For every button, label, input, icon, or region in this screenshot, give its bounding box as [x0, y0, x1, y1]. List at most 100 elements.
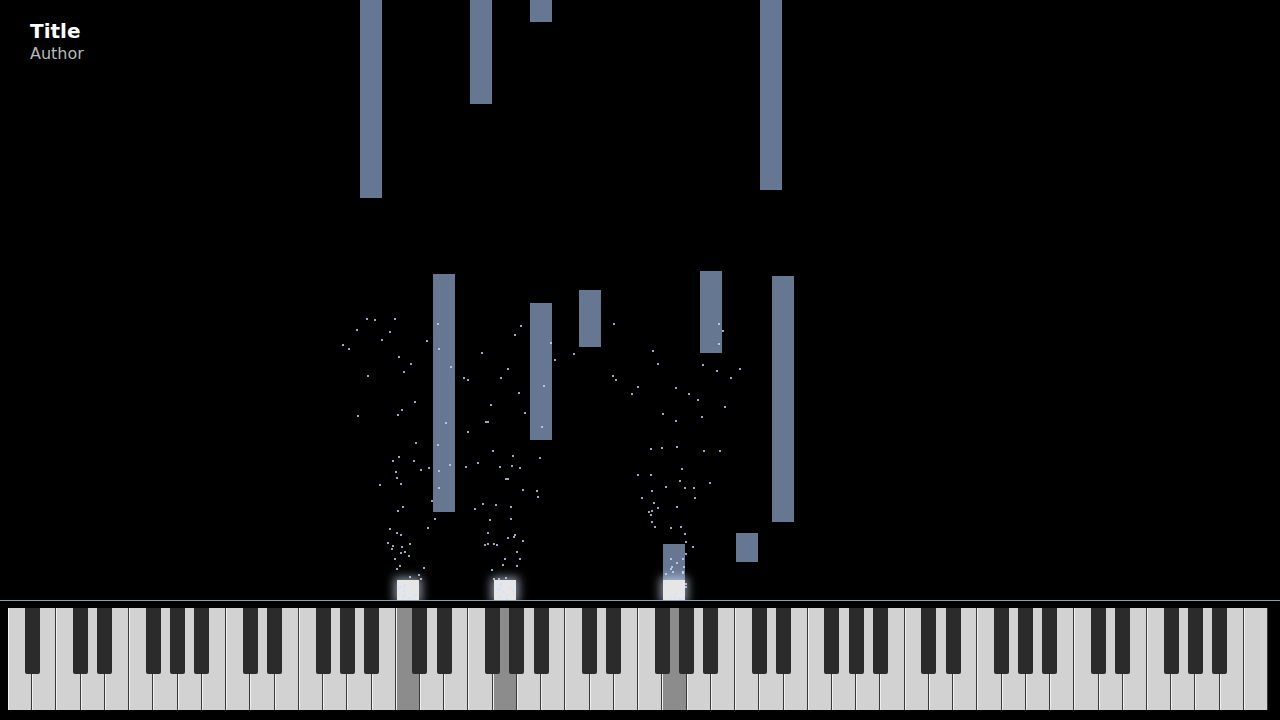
particle — [539, 457, 541, 459]
particle — [403, 371, 405, 373]
particle — [510, 518, 512, 520]
particle — [415, 442, 417, 444]
falling-note — [530, 0, 552, 22]
falling-note — [530, 303, 552, 440]
song-info: TitleAuthor — [30, 18, 84, 64]
black-key[interactable] — [509, 608, 524, 674]
particle — [367, 375, 369, 377]
particle — [404, 593, 406, 595]
black-key[interactable] — [534, 608, 549, 674]
particle — [423, 567, 425, 569]
black-key[interactable] — [679, 608, 694, 674]
black-key[interactable] — [1188, 608, 1203, 674]
particle — [615, 379, 617, 381]
particle — [391, 548, 393, 550]
black-key[interactable] — [25, 608, 40, 674]
particle — [418, 574, 420, 576]
black-key[interactable] — [170, 608, 185, 674]
black-key[interactable] — [1042, 608, 1057, 674]
particle — [381, 339, 383, 341]
black-key[interactable] — [1212, 608, 1227, 674]
white-key[interactable] — [1244, 608, 1268, 710]
black-key[interactable] — [364, 608, 379, 674]
particle — [685, 583, 687, 585]
black-key[interactable] — [1115, 608, 1130, 674]
black-key[interactable] — [412, 608, 427, 674]
particle — [394, 318, 396, 320]
particle — [719, 450, 721, 452]
black-key[interactable] — [194, 608, 209, 674]
particle — [506, 598, 508, 600]
particle — [402, 506, 404, 508]
black-key[interactable] — [437, 608, 452, 674]
particle — [648, 511, 650, 513]
particle — [366, 318, 368, 320]
black-key[interactable] — [1091, 608, 1106, 674]
black-key[interactable] — [485, 608, 500, 674]
black-key[interactable] — [655, 608, 670, 674]
particle — [702, 364, 704, 366]
particle — [675, 387, 677, 389]
particle — [495, 504, 497, 506]
particle — [676, 506, 678, 508]
particle — [537, 496, 539, 498]
particle — [657, 507, 659, 509]
black-key[interactable] — [824, 608, 839, 674]
particle — [374, 319, 376, 321]
particle — [499, 466, 501, 468]
particle — [450, 366, 452, 368]
black-key[interactable] — [73, 608, 88, 674]
particle — [510, 506, 512, 508]
black-key[interactable] — [873, 608, 888, 674]
particle — [657, 363, 659, 365]
black-key[interactable] — [1164, 608, 1179, 674]
black-key[interactable] — [340, 608, 355, 674]
black-key[interactable] — [316, 608, 331, 674]
particle — [676, 446, 678, 448]
particle — [467, 379, 469, 381]
black-key[interactable] — [97, 608, 112, 674]
particle — [408, 555, 410, 557]
particle — [357, 415, 359, 417]
particle — [612, 375, 614, 377]
particle — [396, 568, 398, 570]
falling-note — [760, 0, 782, 190]
black-key[interactable] — [752, 608, 767, 674]
particle — [474, 508, 476, 510]
particle — [670, 527, 672, 529]
particle — [665, 486, 667, 488]
particle — [504, 558, 506, 560]
particle — [400, 534, 402, 536]
particle — [400, 552, 402, 554]
particle — [500, 377, 502, 379]
particle — [675, 420, 677, 422]
particle — [641, 497, 643, 499]
particle — [679, 480, 681, 482]
black-key[interactable] — [582, 608, 597, 674]
black-key[interactable] — [267, 608, 282, 674]
black-key[interactable] — [146, 608, 161, 674]
black-key[interactable] — [946, 608, 961, 674]
black-key[interactable] — [849, 608, 864, 674]
black-key[interactable] — [703, 608, 718, 674]
particle — [449, 464, 451, 466]
particle — [400, 483, 402, 485]
note-stage: TitleAuthor — [0, 0, 1280, 600]
black-key[interactable] — [1018, 608, 1033, 674]
black-key[interactable] — [776, 608, 791, 674]
particle — [739, 368, 741, 370]
black-key[interactable] — [243, 608, 258, 674]
particle — [512, 455, 514, 457]
black-key[interactable] — [921, 608, 936, 674]
particle — [482, 503, 484, 505]
particle — [662, 413, 664, 415]
particle — [670, 597, 672, 599]
particle — [487, 532, 489, 534]
particle — [519, 558, 521, 560]
black-key[interactable] — [606, 608, 621, 674]
particle — [681, 468, 683, 470]
particle — [692, 546, 694, 548]
particle — [522, 540, 524, 542]
black-key[interactable] — [994, 608, 1009, 674]
particle — [507, 368, 509, 370]
